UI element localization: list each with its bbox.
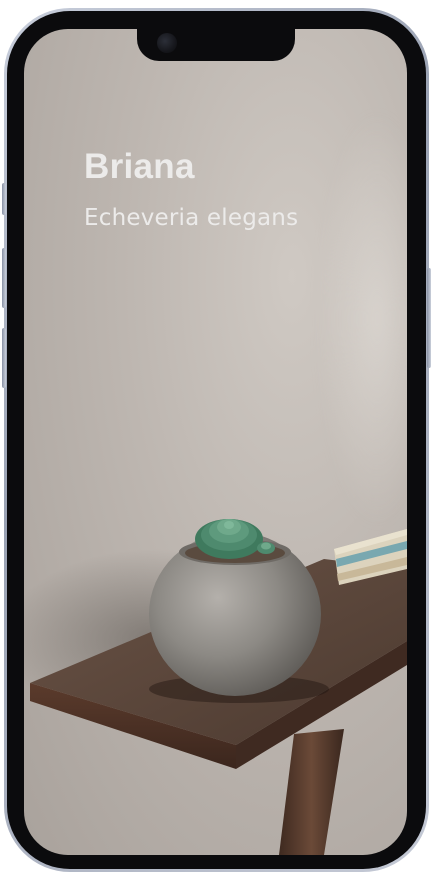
volume-down-button	[2, 328, 6, 388]
phone-notch	[137, 29, 295, 61]
plant-scene-image	[24, 519, 407, 855]
volume-up-button	[2, 248, 6, 308]
app-screen: Briana Echeveria elegans	[24, 29, 407, 855]
silent-switch	[2, 183, 6, 215]
succulent-plant	[195, 519, 275, 559]
front-camera	[157, 33, 177, 53]
power-button	[427, 268, 431, 368]
plant-name-title: Briana	[84, 147, 195, 186]
table-leg	[279, 729, 344, 855]
plant-species-subtitle: Echeveria elegans	[84, 205, 299, 231]
